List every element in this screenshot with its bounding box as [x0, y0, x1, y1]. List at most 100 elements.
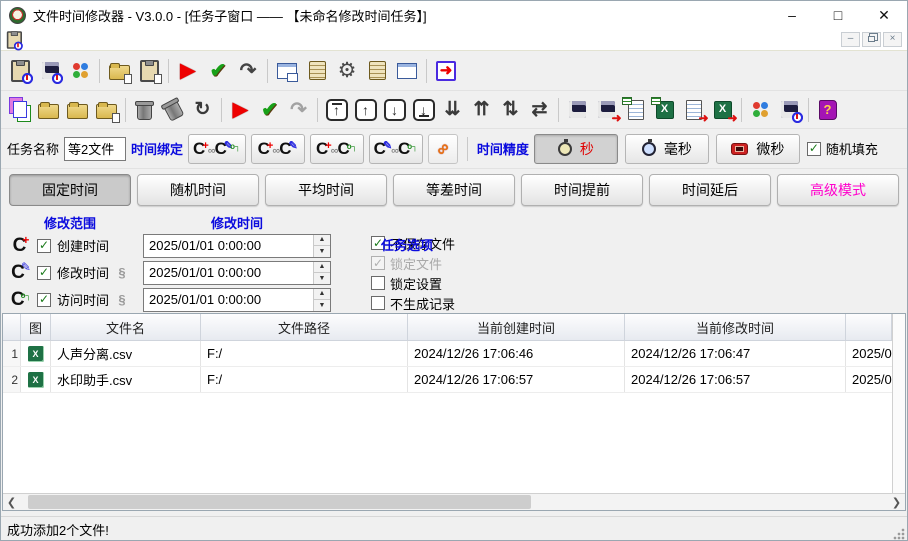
undo-task-button[interactable]: ↷: [233, 56, 263, 86]
settings-button[interactable]: ⚙: [332, 56, 362, 86]
about-button[interactable]: [392, 56, 422, 86]
horizontal-scrollbar[interactable]: ❮ ❯: [3, 493, 905, 510]
access-time-checkbox[interactable]: [37, 293, 51, 307]
spin-up-icon[interactable]: ▲: [314, 235, 330, 247]
minimize-button[interactable]: –: [769, 1, 815, 29]
column-header-4[interactable]: 当前创建时间: [408, 314, 625, 340]
shuffle-button[interactable]: ⇄: [525, 95, 554, 124]
random-fill-checkbox[interactable]: [807, 142, 821, 156]
spinner-buttons[interactable]: ▲▼: [313, 235, 330, 257]
scrollbar-thumb[interactable]: [28, 495, 531, 509]
precision-秒-button[interactable]: 秒: [534, 134, 618, 164]
task-name-input[interactable]: [64, 137, 126, 161]
spin-down-icon[interactable]: ▼: [314, 246, 330, 257]
column-header-5[interactable]: 当前修改时间: [625, 314, 846, 340]
import-doc-button[interactable]: [621, 95, 650, 124]
modify-time-datetime-input[interactable]: 2025/01/01 0:00:00▲▼: [143, 261, 331, 285]
modify-time-checkbox[interactable]: [37, 266, 51, 280]
maximize-button[interactable]: □: [815, 1, 861, 29]
new-task-button[interactable]: [5, 56, 35, 86]
scroll-left-arrow[interactable]: ❮: [3, 494, 20, 510]
spin-up-icon[interactable]: ▲: [314, 262, 330, 274]
spinner-buttons[interactable]: ▲▼: [313, 289, 330, 311]
scroll-right-arrow[interactable]: ❯: [888, 494, 905, 510]
precision-微秒-button[interactable]: 微秒: [716, 134, 800, 164]
open-task-button[interactable]: [104, 56, 134, 86]
table-row[interactable]: 2X水印助手.csvF:/2024/12/26 17:06:572024/12/…: [3, 367, 892, 393]
apply-task-button[interactable]: ✔: [203, 56, 233, 86]
save-list-as-button[interactable]: ➜: [592, 95, 621, 124]
no-record-option[interactable]: 不生成记录: [371, 293, 455, 313]
add-files-button[interactable]: [5, 95, 34, 124]
add-folder-button[interactable]: [34, 95, 63, 124]
sort-asc-button[interactable]: ⇈: [467, 95, 496, 124]
column-header-6[interactable]: [846, 314, 892, 340]
save-task-button[interactable]: [35, 56, 65, 86]
create-time-datetime-input[interactable]: 2025/01/01 0:00:00▲▼: [143, 234, 331, 258]
spinner-buttons[interactable]: ▲▼: [313, 262, 330, 284]
run-task-button[interactable]: ▶: [173, 56, 203, 86]
access-time-datetime-input[interactable]: 2025/01/01 0:00:00▲▼: [143, 288, 331, 312]
bind-create-access-button[interactable]: C+∞Co┐: [310, 134, 364, 164]
log-button[interactable]: [362, 56, 392, 86]
help-button[interactable]: [813, 95, 842, 124]
exit-button[interactable]: ➜: [431, 56, 461, 86]
tab-等差时间[interactable]: 等差时间: [393, 174, 515, 206]
sort-invert-button[interactable]: ⇅: [496, 95, 525, 124]
resize-grip[interactable]: [893, 528, 905, 540]
random-fill-option[interactable]: 随机填充: [807, 139, 878, 158]
tab-随机时间[interactable]: 随机时间: [137, 174, 259, 206]
move-up-button[interactable]: ↑: [351, 95, 380, 124]
notes-button[interactable]: [302, 56, 332, 86]
mdi-close-button[interactable]: ×: [883, 32, 902, 47]
close-button[interactable]: ✕: [861, 1, 907, 29]
save-task-as-button[interactable]: [134, 56, 164, 86]
export-excel-button[interactable]: ➜: [708, 95, 737, 124]
tab-平均时间[interactable]: 平均时间: [265, 174, 387, 206]
move-down-button[interactable]: ↓: [380, 95, 409, 124]
mdi-restore-button[interactable]: [862, 32, 881, 47]
unbind-button[interactable]: ∞: [428, 134, 458, 164]
key-mark-icon: o┐: [347, 142, 358, 151]
bind-create-modify-button[interactable]: C+∞C✎: [251, 134, 305, 164]
lock-settings-checkbox[interactable]: [371, 276, 385, 290]
move-top-button[interactable]: ↑: [322, 95, 351, 124]
save-list-button[interactable]: [563, 95, 592, 124]
column-header-2[interactable]: 文件名: [51, 314, 201, 340]
tab-时间延后[interactable]: 时间延后: [649, 174, 771, 206]
run-task2-button[interactable]: ▶: [226, 95, 255, 124]
bind-create-modify-access-button[interactable]: C+∞C✎o┐: [188, 134, 246, 164]
spin-down-icon[interactable]: ▼: [314, 273, 330, 284]
column-header-1[interactable]: 图: [21, 314, 51, 340]
tab-固定时间[interactable]: 固定时间: [9, 174, 131, 206]
new-window-button[interactable]: [272, 56, 302, 86]
bind-modify-access-button[interactable]: C✎∞Co┐: [369, 134, 423, 164]
table-row[interactable]: 1X人声分离.csvF:/2024/12/26 17:06:462024/12/…: [3, 341, 892, 367]
create-time-checkbox[interactable]: [37, 239, 51, 253]
tab-时间提前[interactable]: 时间提前: [521, 174, 643, 206]
refresh-list-button[interactable]: ↻: [188, 95, 217, 124]
vertical-scrollbar[interactable]: [892, 314, 905, 493]
add-folder-files-button[interactable]: [92, 95, 121, 124]
move-bottom-button[interactable]: ↓: [409, 95, 438, 124]
mdi-minimize-button[interactable]: –: [841, 32, 860, 47]
spin-down-icon[interactable]: ▼: [314, 300, 330, 311]
undo-task2-button[interactable]: ↷: [284, 95, 313, 124]
tab-高级模式[interactable]: 高级模式: [777, 174, 899, 206]
no-record-checkbox[interactable]: [371, 296, 385, 310]
precision-毫秒-button[interactable]: 毫秒: [625, 134, 709, 164]
export-doc-button[interactable]: ➜: [679, 95, 708, 124]
remove-file-button[interactable]: [130, 95, 159, 124]
apply-task2-button[interactable]: ✔: [255, 95, 284, 124]
save-time-button[interactable]: [775, 95, 804, 124]
clear-list-button[interactable]: [159, 95, 188, 124]
import-excel-button[interactable]: [650, 95, 679, 124]
plugins-button[interactable]: [65, 56, 95, 86]
add-folder-recursive-button[interactable]: [63, 95, 92, 124]
sort-desc-button[interactable]: ⇊: [438, 95, 467, 124]
task-window-icon[interactable]: [4, 30, 24, 50]
spin-up-icon[interactable]: ▲: [314, 289, 330, 301]
column-header-3[interactable]: 文件路径: [201, 314, 408, 340]
lock-settings-option[interactable]: 锁定设置: [371, 273, 455, 293]
plugins2-button[interactable]: [746, 95, 775, 124]
